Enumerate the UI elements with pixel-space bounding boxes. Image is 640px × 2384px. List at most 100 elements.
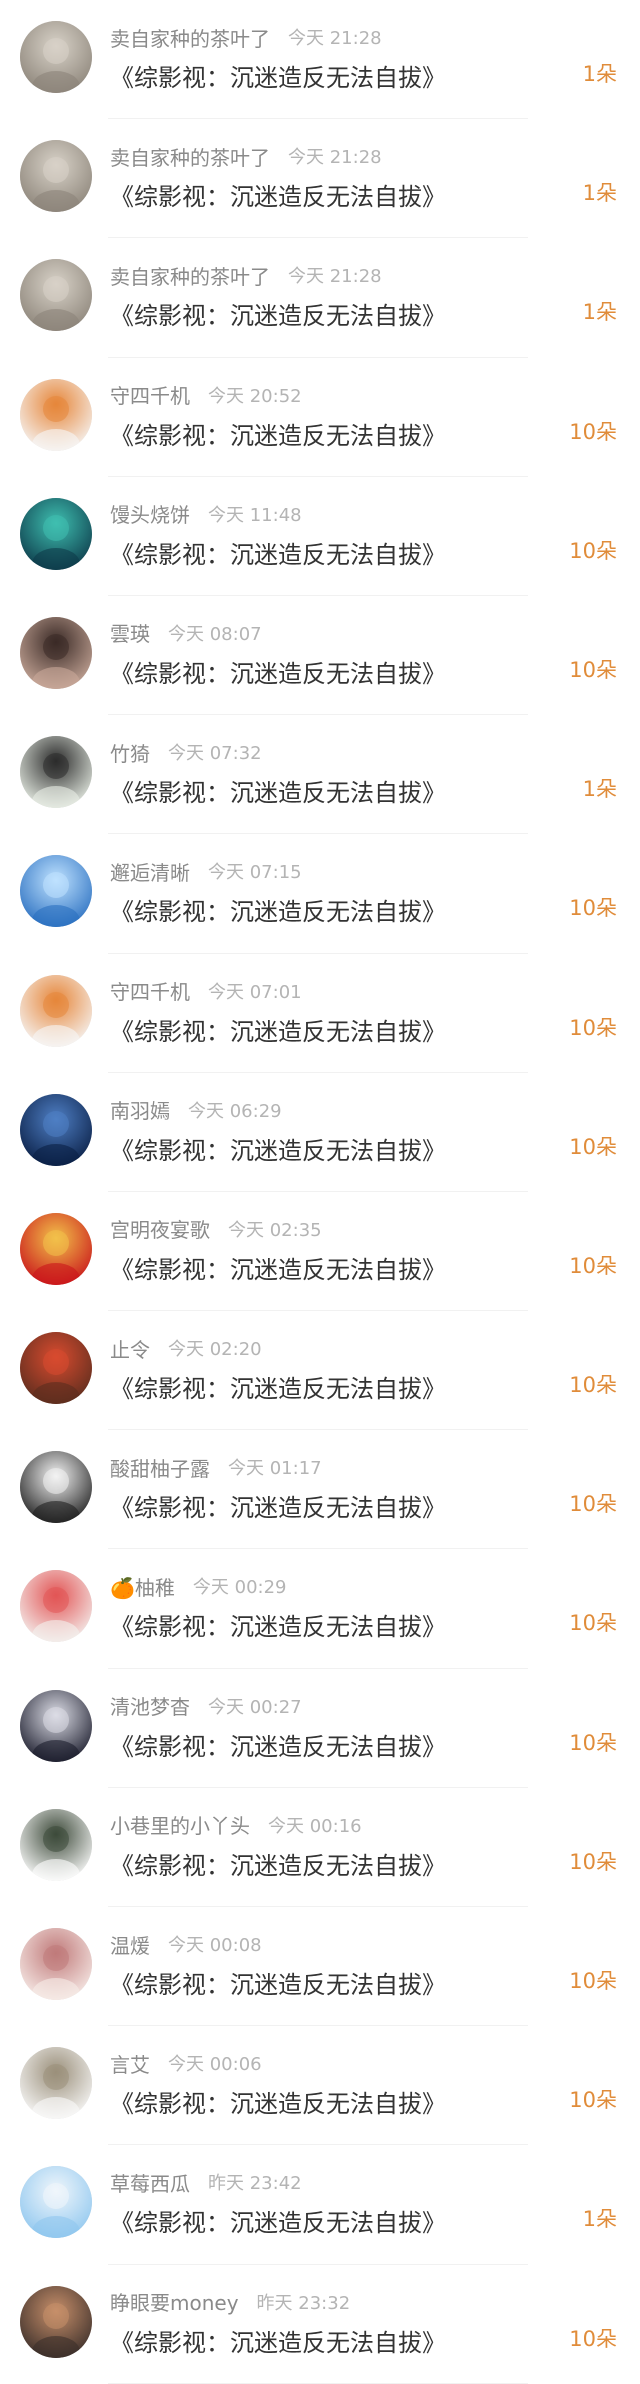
avatar-boy-portrait[interactable] xyxy=(20,736,92,809)
list-item[interactable]: 温煖 今天 00:08 《综影视：沉迷造反无法自拔》 10朵 xyxy=(0,1907,640,2027)
book-title[interactable]: 《综影视：沉迷造反无法自拔》 xyxy=(110,535,446,570)
timestamp: 今天 21:28 xyxy=(288,266,382,288)
avatar-ink-figure[interactable] xyxy=(20,2047,92,2120)
user-name[interactable]: 卖自家种的茶叶了 xyxy=(110,142,270,171)
avatar-girl-portrait[interactable] xyxy=(20,616,92,689)
book-title[interactable]: 《综影视：沉迷造反无法自拔》 xyxy=(110,1131,446,1166)
list-item[interactable]: 馒头烧饼 今天 11:48 《综影视：沉迷造反无法自拔》 10朵 xyxy=(0,477,640,597)
meta-line: 睁眼要money 昨天 23:32 xyxy=(110,2285,350,2319)
book-title[interactable]: 《综影视：沉迷造反无法自拔》 xyxy=(110,58,446,93)
user-name[interactable]: 宫明夜宴歌 xyxy=(110,1214,210,1243)
list-item[interactable]: 卖自家种的茶叶了 今天 21:28 《综影视：沉迷造反无法自拔》 1朵 xyxy=(0,119,640,239)
avatar-man-dark[interactable] xyxy=(20,1451,92,1524)
list-item[interactable]: 宫明夜宴歌 今天 02:35 《综影视：沉迷造反无法自拔》 10朵 xyxy=(0,1192,640,1312)
timestamp: 今天 00:06 xyxy=(168,2054,262,2076)
user-name[interactable]: 邂逅清晰 xyxy=(110,857,190,886)
user-name[interactable]: 止令 xyxy=(110,1334,150,1363)
avatar-sky-figure[interactable] xyxy=(20,2166,92,2239)
list-item[interactable]: 守四千机 今天 20:52 《综影视：沉迷造反无法自拔》 10朵 xyxy=(0,358,640,477)
avatar-ice-princess[interactable] xyxy=(20,855,92,928)
user-name[interactable]: 雲瑛 xyxy=(110,618,150,647)
list-item[interactable]: 邂逅清晰 今天 07:15 《综影视：沉迷造反无法自拔》 10朵 xyxy=(0,834,640,954)
user-name[interactable]: 小巷里的小丫头 xyxy=(110,1810,250,1839)
avatar-red-lucky[interactable] xyxy=(20,1212,92,1285)
user-name[interactable]: 卖自家种的茶叶了 xyxy=(110,23,270,52)
user-name[interactable]: 睁眼要money xyxy=(110,2287,239,2316)
list-item[interactable]: 言艾 今天 00:06 《综影视：沉迷造反无法自拔》 10朵 xyxy=(0,2026,640,2146)
list-item[interactable]: 止令 今天 02:20 《综影视：沉迷造反无法自拔》 10朵 xyxy=(0,1311,640,1431)
book-title[interactable]: 《综影视：沉迷造反无法自拔》 xyxy=(110,1012,446,1047)
user-name[interactable]: 卖自家种的茶叶了 xyxy=(110,261,270,290)
user-name[interactable]: 🍊柚稚 xyxy=(110,1572,175,1601)
avatar-night-sky[interactable] xyxy=(20,1093,92,1166)
avatar-flower-girl[interactable] xyxy=(20,1928,92,2000)
list-item[interactable]: 守四千机 今天 07:01 《综影视：沉迷造反无法自拔》 10朵 xyxy=(0,954,640,1073)
user-name[interactable]: 南羽嫣 xyxy=(110,1095,170,1124)
meta-line: 言艾 今天 00:06 xyxy=(110,2046,262,2080)
timestamp: 今天 00:08 xyxy=(168,1935,262,1956)
avatar-galaxy[interactable] xyxy=(20,497,92,570)
user-name[interactable]: 守四千机 xyxy=(110,380,190,409)
flower-count: 10朵 xyxy=(569,2326,617,2351)
book-title[interactable]: 《综影视：沉迷造反无法自拔》 xyxy=(110,1488,446,1523)
book-title[interactable]: 《综影视：沉迷造反无法自拔》 xyxy=(110,1369,446,1404)
avatar-chibi-boy[interactable] xyxy=(20,1808,92,1881)
avatar-opera[interactable] xyxy=(20,1332,92,1405)
list-item[interactable]: 南羽嫣 今天 06:29 《综影视：沉迷造反无法自拔》 10朵 xyxy=(0,1073,640,1193)
list-item[interactable]: 清池梦杳 今天 00:27 《综影视：沉迷造反无法自拔》 10朵 xyxy=(0,1669,640,1789)
user-name[interactable]: 言艾 xyxy=(110,2049,150,2078)
list-item[interactable]: 酸甜柚子露 今天 01:17 《综影视：沉迷造反无法自拔》 10朵 xyxy=(0,1430,640,1550)
flower-count: 10朵 xyxy=(569,1373,617,1398)
book-title[interactable]: 《综影视：沉迷造反无法自拔》 xyxy=(110,1846,446,1881)
timestamp: 今天 21:28 xyxy=(288,28,382,49)
meta-line: 馒头烧饼 今天 11:48 xyxy=(110,497,302,531)
user-name[interactable]: 酸甜柚子露 xyxy=(110,1453,210,1482)
user-name[interactable]: 草莓西瓜 xyxy=(110,2168,190,2197)
flower-count: 1朵 xyxy=(582,777,617,802)
avatar-dark-cat[interactable] xyxy=(20,1689,92,1762)
flower-count: 10朵 xyxy=(569,1730,617,1755)
book-title[interactable]: 《综影视：沉迷造反无法自拔》 xyxy=(110,773,446,808)
book-title[interactable]: 《综影视：沉迷造反无法自拔》 xyxy=(110,2323,446,2358)
user-name[interactable]: 清池梦杳 xyxy=(110,1691,190,1720)
user-name[interactable]: 竹猗 xyxy=(110,738,150,767)
list-item[interactable]: 小巷里的小丫头 今天 00:16 《综影视：沉迷造反无法自拔》 10朵 xyxy=(0,1788,640,1908)
book-title[interactable]: 《综影视：沉迷造反无法自拔》 xyxy=(110,2084,446,2119)
meta-line: 止令 今天 02:20 xyxy=(110,1331,262,1365)
avatar-cat-laptop[interactable] xyxy=(20,974,92,1047)
list-item[interactable]: 卖自家种的茶叶了 今天 21:28 《综影视：沉迷造反无法自拔》 1朵 xyxy=(0,238,640,358)
user-name[interactable]: 馒头烧饼 xyxy=(110,499,190,528)
book-title[interactable]: 《综影视：沉迷造反无法自拔》 xyxy=(110,1965,446,2000)
book-title[interactable]: 《综影视：沉迷造反无法自拔》 xyxy=(110,296,446,331)
book-title[interactable]: 《综影视：沉迷造反无法自拔》 xyxy=(110,177,446,212)
meta-line: 守四千机 今天 20:52 xyxy=(110,378,302,412)
flower-count: 10朵 xyxy=(569,538,617,563)
user-name[interactable]: 温煖 xyxy=(110,1930,150,1959)
book-title[interactable]: 《综影视：沉迷造反无法自拔》 xyxy=(110,892,446,927)
meta-line: 草莓西瓜 昨天 23:42 xyxy=(110,2165,302,2199)
avatar-cat-laptop[interactable] xyxy=(20,378,92,451)
list-item[interactable]: 雲瑛 今天 08:07 《综影视：沉迷造反无法自拔》 10朵 xyxy=(0,596,640,716)
user-name[interactable]: 守四千机 xyxy=(110,976,190,1005)
avatar-cartoon-kid[interactable] xyxy=(20,1570,92,1643)
avatar-group-photo[interactable] xyxy=(20,2285,92,2358)
book-title[interactable]: 《综影视：沉迷造反无法自拔》 xyxy=(110,1607,446,1642)
avatar-girl-sepia[interactable] xyxy=(20,140,92,213)
book-title[interactable]: 《综影视：沉迷造反无法自拔》 xyxy=(110,654,446,689)
flower-count: 1朵 xyxy=(582,62,617,86)
book-title[interactable]: 《综影视：沉迷造反无法自拔》 xyxy=(110,2203,446,2238)
list-item[interactable]: 竹猗 今天 07:32 《综影视：沉迷造反无法自拔》 1朵 xyxy=(0,715,640,835)
meta-line: 邂逅清晰 今天 07:15 xyxy=(110,854,302,888)
book-title[interactable]: 《综影视：沉迷造反无法自拔》 xyxy=(110,1250,446,1285)
list-item[interactable]: 卖自家种的茶叶了 今天 21:28 《综影视：沉迷造反无法自拔》 1朵 xyxy=(0,0,640,120)
meta-line: 卖自家种的茶叶了 今天 21:28 xyxy=(110,139,382,173)
avatar-girl-sepia[interactable] xyxy=(20,259,92,332)
book-title[interactable]: 《综影视：沉迷造反无法自拔》 xyxy=(110,416,446,451)
avatar-girl-sepia[interactable] xyxy=(20,21,92,93)
list-item[interactable]: 草莓西瓜 昨天 23:42 《综影视：沉迷造反无法自拔》 1朵 xyxy=(0,2145,640,2265)
timestamp: 今天 21:28 xyxy=(288,147,382,169)
list-item[interactable]: 🍊柚稚 今天 00:29 《综影视：沉迷造反无法自拔》 10朵 xyxy=(0,1549,640,1669)
flower-count: 10朵 xyxy=(569,1015,617,1040)
book-title[interactable]: 《综影视：沉迷造反无法自拔》 xyxy=(110,1727,446,1762)
list-item[interactable]: 睁眼要money 昨天 23:32 《综影视：沉迷造反无法自拔》 10朵 xyxy=(0,2265,640,2384)
